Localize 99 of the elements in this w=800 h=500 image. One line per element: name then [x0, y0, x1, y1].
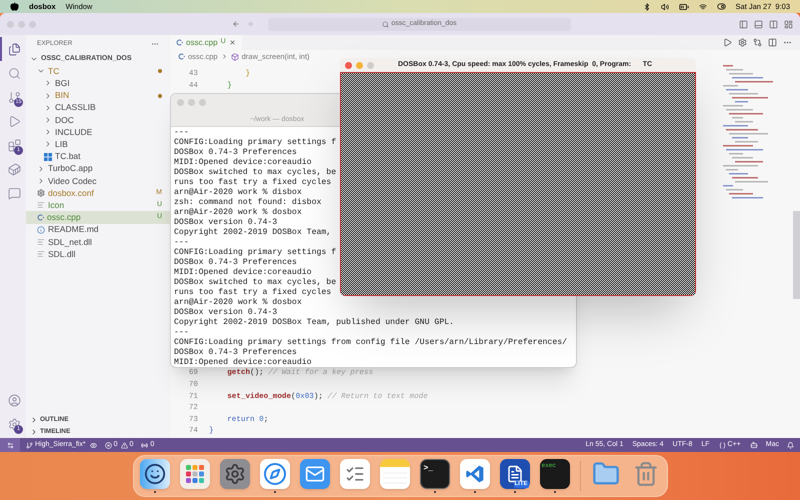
files-icon	[8, 42, 20, 56]
terminal-line: ---	[174, 238, 189, 248]
cpp-file-icon	[178, 53, 185, 60]
terminal-line: DOSBox version 0.74-3	[174, 218, 278, 228]
remote-button[interactable]	[0, 438, 20, 452]
tree-item[interactable]: DOC	[26, 114, 170, 126]
branch-icon	[26, 442, 33, 448]
code-logo-icon	[464, 464, 484, 484]
terminal-line: zsh: command not found: disbox	[174, 198, 322, 208]
tree-item[interactable]: INCLUDE	[26, 126, 170, 138]
terminal-line: arn@Air-2020 work % dosbox	[174, 208, 302, 218]
panel-toggle-icon[interactable]	[754, 20, 763, 28]
lines-icon	[37, 250, 45, 258]
envelope-icon	[304, 464, 324, 484]
windows-logo-icon	[44, 152, 52, 161]
info-icon	[37, 226, 45, 234]
tree-item[interactable]: BGI	[26, 77, 170, 90]
terminal-line: CONFIG:Loading primary settings from config file /Users/arn/Library/Preferences/	[174, 338, 568, 348]
smiley-face-icon	[144, 463, 166, 485]
split-editor-icon[interactable]	[768, 38, 777, 47]
close-button[interactable]	[345, 62, 352, 68]
settings-icon	[8, 418, 20, 430]
terminal-line: ---	[174, 128, 189, 138]
sidebar-toggle-icon[interactable]	[739, 20, 748, 28]
dock-app-button[interactable]	[460, 459, 490, 489]
gear-icon	[37, 189, 45, 198]
bluetooth-icon[interactable]	[642, 2, 651, 10]
scrollbar-thumb[interactable]	[793, 211, 800, 299]
terminal-line: runs too fast try a fixed cycles	[174, 288, 332, 298]
terminal-line: Copyright 2002-2019 DOSBox Team, published under GNU GPL.	[174, 318, 454, 328]
cpp-file-icon	[37, 214, 44, 222]
apple-icon[interactable]	[10, 2, 19, 11]
tree-item[interactable]: SDL_net.dll	[26, 236, 170, 248]
remote-icon	[6, 442, 14, 448]
search-icon	[8, 66, 20, 80]
terminal-line: arn@Air-2020 work % disbox	[174, 188, 302, 198]
dock-app-button[interactable]: >_	[420, 459, 450, 489]
braces-icon	[718, 442, 726, 448]
tree-item[interactable]: CLASSLIB	[26, 102, 170, 114]
dock-app-button[interactable]	[260, 459, 290, 489]
terminal-line: DOSBox switched to max cycles, be	[174, 168, 336, 178]
search-icon	[382, 20, 390, 28]
tree-item[interactable]: Video Codec	[26, 174, 170, 188]
layout-icon[interactable]	[784, 20, 793, 28]
terminal-line: MIDI:Opened device:coreaudio	[174, 268, 312, 278]
settings-icon[interactable]	[738, 38, 747, 47]
tree-item[interactable]: BIN	[26, 90, 170, 102]
terminal-line: DOSBox version 0.74-3	[174, 308, 278, 318]
terminal-line: CONFIG:Loading primary settings f	[174, 138, 336, 148]
app-grid-icon	[186, 465, 204, 483]
lines-icon	[37, 201, 45, 210]
terminal-line: DOSBox switched to max cycles, be	[174, 278, 336, 288]
cube-icon	[230, 52, 239, 60]
tree-item[interactable]: LIB	[26, 138, 170, 150]
compass-icon	[262, 462, 286, 486]
tree-item[interactable]: TC	[26, 65, 170, 78]
terminal-line: Copyright 2002-2019 DOSBox Team,	[174, 228, 332, 238]
control-center-icon[interactable]	[716, 2, 726, 11]
tree-item[interactable]: TurboC.app	[26, 162, 170, 175]
blocks-icon	[8, 138, 20, 152]
error-icon	[104, 442, 112, 448]
terminal-line: DOSBox 0.74-3 Preferences	[174, 148, 297, 158]
terminal-line: arn@Air-2020 work % dosbox	[174, 298, 302, 308]
trash-icon	[632, 461, 658, 487]
dock-app-button[interactable]	[220, 459, 250, 489]
account-icon	[8, 394, 20, 406]
chevron-icon	[220, 53, 228, 60]
back-icon[interactable]	[232, 20, 240, 28]
terminal-line: DOSBox 0.74-3 Preferences	[174, 348, 297, 358]
dock-app-button[interactable]	[180, 459, 210, 489]
chat-icon	[8, 186, 20, 200]
terminal-line: MIDI:Opened device:coreaudio	[174, 158, 312, 168]
terminal-line: runs too fast try a fixed cycles	[174, 178, 332, 188]
tree-item[interactable]: TC.bat	[26, 150, 170, 163]
tree-item[interactable]: README.md	[26, 224, 170, 236]
terminal-line: MIDI:Opened device:coreaudio	[174, 358, 312, 367]
split-layout-icon[interactable]	[769, 20, 778, 28]
bell-icon[interactable]	[787, 442, 794, 448]
dock-app-button[interactable]	[140, 459, 170, 489]
terminal-line: ---	[174, 328, 189, 338]
run-icon[interactable]	[723, 38, 732, 47]
lines-icon	[37, 238, 45, 246]
terminal-line: DOSBox 0.74-3 Preferences	[174, 258, 297, 268]
container-icon	[8, 162, 20, 176]
antenna-icon	[141, 442, 148, 448]
battery-icon[interactable]	[678, 2, 689, 12]
eye-icon[interactable]	[90, 442, 97, 448]
play-icon	[8, 114, 20, 128]
close-icon[interactable]	[228, 39, 236, 46]
tree-item[interactable]: SDL.dll	[26, 248, 170, 260]
compare-icon[interactable]	[753, 38, 762, 47]
gear-icon	[224, 463, 246, 485]
warning-icon	[120, 442, 128, 448]
wifi-icon[interactable]	[698, 2, 707, 10]
volume-icon[interactable]	[660, 2, 669, 10]
robot-icon[interactable]	[750, 441, 758, 449]
cpp-file-icon	[176, 39, 183, 46]
terminal-line: CONFIG:Loading primary settings f	[174, 248, 336, 258]
dock-app-button[interactable]	[340, 459, 370, 489]
